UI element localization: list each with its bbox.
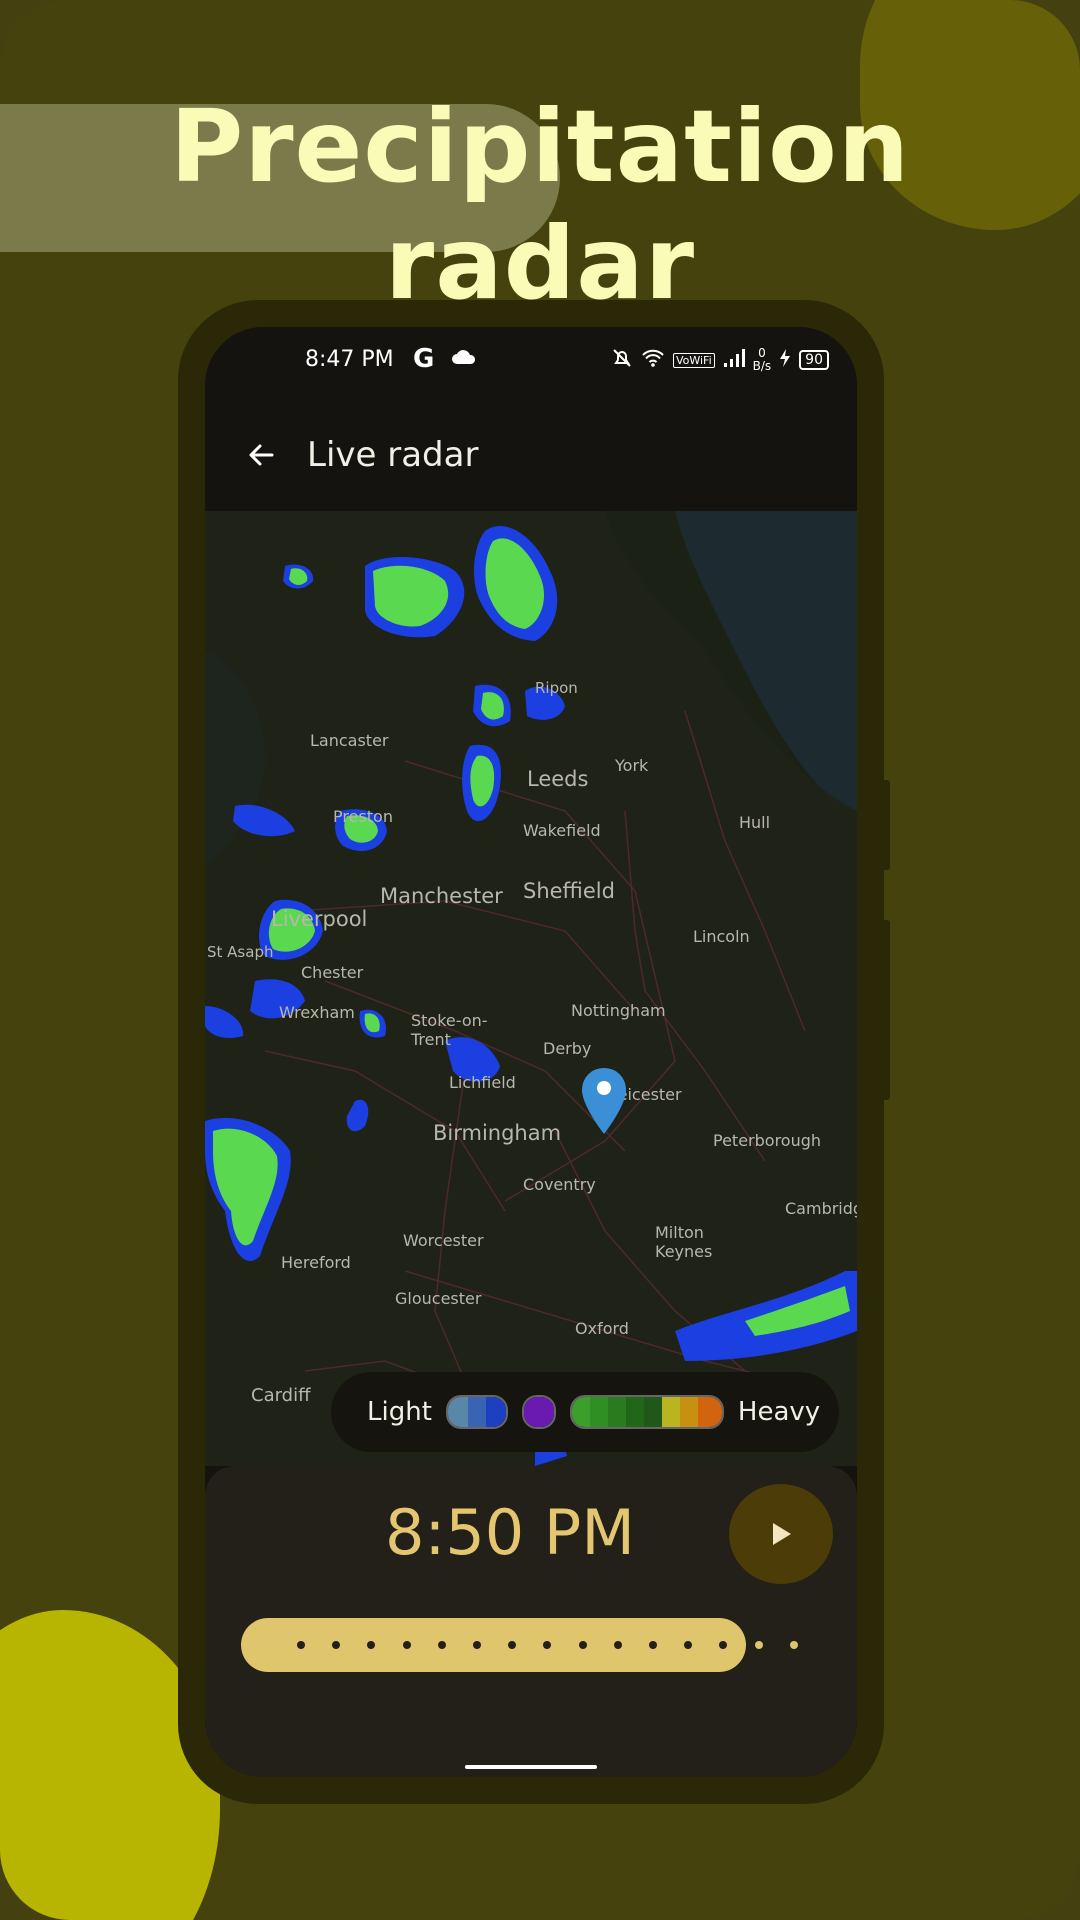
legend-light-label: Light — [367, 1397, 432, 1427]
play-button[interactable] — [729, 1484, 833, 1584]
back-arrow-icon[interactable] — [241, 435, 281, 475]
precipitation-legend: Light Heavy — [331, 1372, 839, 1452]
map-label: Lichfield — [449, 1073, 516, 1092]
map-label: Ripon — [535, 679, 578, 697]
map-label: Lincoln — [693, 927, 750, 946]
phone-volume-button — [884, 920, 890, 1100]
legend-swatch-blue — [445, 1395, 508, 1429]
location-pin-icon[interactable] — [580, 1066, 628, 1136]
map-label: Coventry — [523, 1175, 596, 1194]
legend-swatch-purple — [521, 1395, 556, 1429]
timeline-step-dot — [754, 1641, 763, 1649]
timeline-step-dot — [578, 1641, 587, 1649]
map-label: Hull — [739, 813, 771, 832]
status-time: 8:47 PM — [305, 347, 394, 372]
map-labels: Ripon Lancaster York Leeds Hull Wakefiel… — [205, 511, 857, 1466]
bell-off-icon — [611, 347, 633, 373]
timeline-slider[interactable] — [241, 1618, 835, 1672]
timeline-step-dot — [613, 1641, 622, 1649]
timeline-step-dot — [437, 1641, 446, 1649]
timeline-step-dot — [649, 1641, 657, 1649]
map-label: Oxford — [575, 1319, 629, 1338]
play-icon — [773, 1523, 791, 1545]
page-title: Live radar — [307, 435, 479, 475]
timeline-step-dot — [789, 1641, 798, 1649]
wifi-icon — [641, 348, 665, 372]
phone-side-button — [884, 780, 890, 870]
map-label: Wakefield — [523, 821, 601, 840]
map-label: Birmingham — [433, 1121, 562, 1145]
map-label: Hereford — [281, 1253, 351, 1272]
map-label: Wrexham — [279, 1003, 355, 1022]
map-label: St Asaph — [207, 943, 274, 961]
charging-icon — [779, 348, 791, 372]
network-speed-unit: B/s — [752, 359, 772, 373]
status-bar: 8:47 PM G VoWiFi 0 B/s 90 — [205, 327, 857, 399]
map-label: Preston — [333, 807, 393, 826]
map-label: Milton Keynes — [655, 1223, 713, 1261]
status-icons: VoWiFi 0 B/s 90 — [611, 347, 829, 373]
map-label: Worcester — [403, 1231, 484, 1250]
map-label: Cambridge — [785, 1199, 857, 1218]
legend-swatch-green-orange — [569, 1395, 724, 1429]
cloud-icon — [451, 347, 477, 372]
radar-map[interactable]: Ripon Lancaster York Leeds Hull Wakefiel… — [205, 511, 857, 1466]
timeline-step-dot — [297, 1641, 305, 1649]
timeline-progress — [241, 1618, 746, 1672]
signal-icon — [723, 348, 745, 372]
map-label: Lancaster — [310, 731, 389, 750]
app-bar: Live radar — [205, 399, 857, 511]
home-indicator — [465, 1765, 597, 1769]
playback-panel: 8:50 PM — [205, 1466, 857, 1777]
timeline-step-dot — [402, 1641, 411, 1649]
map-label: Leeds — [527, 767, 589, 791]
map-label: Peterborough — [713, 1131, 822, 1150]
map-label: Chester — [301, 963, 364, 982]
map-label: Liverpool — [271, 907, 368, 931]
frame-time: 8:50 PM — [385, 1496, 635, 1569]
phone-screen: 8:47 PM G VoWiFi 0 B/s 90 Live radar Rip… — [205, 327, 857, 1777]
map-label: Cardiff — [251, 1385, 311, 1406]
map-label: Derby — [543, 1039, 592, 1058]
battery-indicator: 90 — [799, 350, 829, 370]
network-speed: 0 B/s — [753, 347, 772, 373]
volte-badge: VoWiFi — [672, 352, 715, 368]
map-label: York — [615, 756, 649, 775]
map-label: Nottingham — [571, 1001, 666, 1020]
map-label: Gloucester — [395, 1289, 482, 1308]
map-label: Stoke-on-Trent — [411, 1011, 488, 1049]
timeline-step-dot — [473, 1641, 481, 1649]
google-icon: G — [413, 344, 435, 374]
map-label: Sheffield — [523, 879, 615, 903]
map-label: Manchester — [380, 884, 503, 908]
legend-heavy-label: Heavy — [737, 1397, 821, 1427]
promo-headline: Precipitation radar — [169, 88, 911, 322]
